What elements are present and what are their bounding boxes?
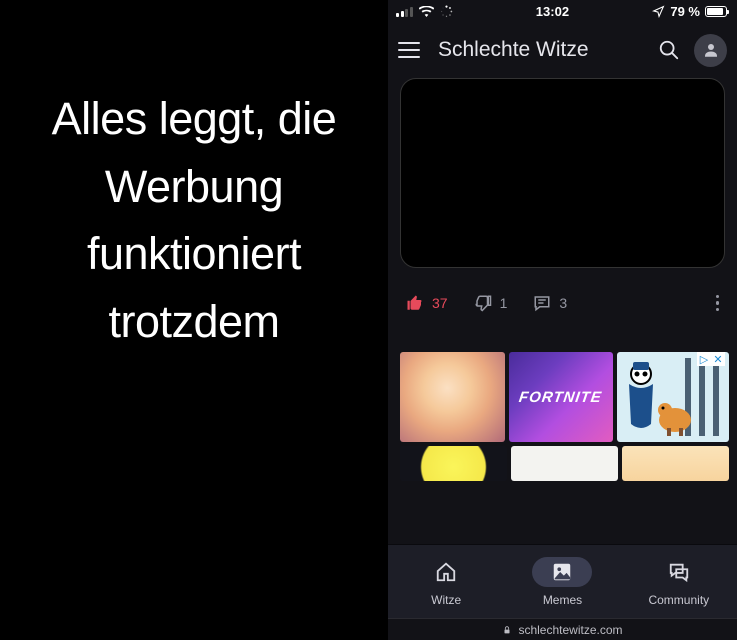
ad-thumb-1[interactable] <box>400 352 505 442</box>
loading-spinner-icon <box>440 5 453 18</box>
ad-info-icon[interactable]: ▷ <box>697 352 711 366</box>
bottom-nav: Witze Memes Community <box>388 544 737 618</box>
thumbs-up-icon <box>406 294 424 312</box>
ad-thumb-4[interactable] <box>400 446 507 481</box>
status-right: 79 % <box>652 4 727 19</box>
ad-thumb-6[interactable] <box>622 446 729 481</box>
status-time: 13:02 <box>536 4 569 19</box>
nav-memes-label: Memes <box>543 593 582 607</box>
app-header: Schlechte Witze <box>388 22 737 78</box>
account-button[interactable] <box>694 34 727 67</box>
like-count: 37 <box>432 295 448 311</box>
content-area: 37 1 3 FORTNITE <box>388 78 737 544</box>
ad-thumb-5[interactable] <box>511 446 618 481</box>
menu-button[interactable] <box>398 42 420 58</box>
thumbs-down-icon <box>474 294 492 312</box>
like-button[interactable]: 37 <box>406 294 448 312</box>
forum-icon <box>668 561 690 583</box>
battery-pct: 79 % <box>670 4 700 19</box>
more-options-button[interactable] <box>716 295 720 312</box>
image-icon <box>551 561 573 583</box>
app-title: Schlechte Witze <box>438 38 658 62</box>
ad-banner[interactable]: FORTNITE <box>396 352 729 507</box>
wifi-icon <box>419 6 434 17</box>
browser-url-bar[interactable]: schlechtewitze.com <box>388 618 737 640</box>
left-panel: Alles leggt, die Werbung funktioniert tr… <box>0 0 388 640</box>
post-actions: 37 1 3 <box>396 294 729 312</box>
cellular-signal-icon <box>396 6 413 17</box>
person-icon <box>702 41 720 59</box>
location-arrow-icon <box>652 5 665 18</box>
nav-witze-label: Witze <box>431 593 461 607</box>
root: Alles leggt, die Werbung funktioniert tr… <box>0 0 737 640</box>
status-left <box>396 5 453 18</box>
ad-thumb-2[interactable]: FORTNITE <box>509 352 614 442</box>
media-placeholder[interactable] <box>400 78 725 268</box>
phone-screenshot: 13:02 79 % Schlechte Witze <box>388 0 737 640</box>
comments-button[interactable]: 3 <box>533 294 567 312</box>
dislike-button[interactable]: 1 <box>474 294 508 312</box>
dislike-count: 1 <box>500 295 508 311</box>
comment-count: 3 <box>559 295 567 311</box>
meme-caption: Alles leggt, die Werbung funktioniert tr… <box>0 85 388 355</box>
nav-memes[interactable]: Memes <box>512 557 612 607</box>
kebab-icon <box>716 295 720 312</box>
ad-badge[interactable]: ▷ ✕ <box>697 352 725 366</box>
status-bar: 13:02 79 % <box>388 0 737 22</box>
nav-community[interactable]: Community <box>629 557 729 607</box>
home-icon <box>435 561 457 583</box>
url-text: schlechtewitze.com <box>518 623 622 637</box>
comment-icon <box>533 294 551 312</box>
search-button[interactable] <box>658 39 680 61</box>
nav-witze[interactable]: Witze <box>396 557 496 607</box>
ad-close-icon[interactable]: ✕ <box>711 352 725 366</box>
ad-thumb-2-label: FORTNITE <box>518 389 603 406</box>
battery-icon <box>705 6 727 17</box>
lock-icon <box>502 625 512 635</box>
nav-community-label: Community <box>648 593 709 607</box>
